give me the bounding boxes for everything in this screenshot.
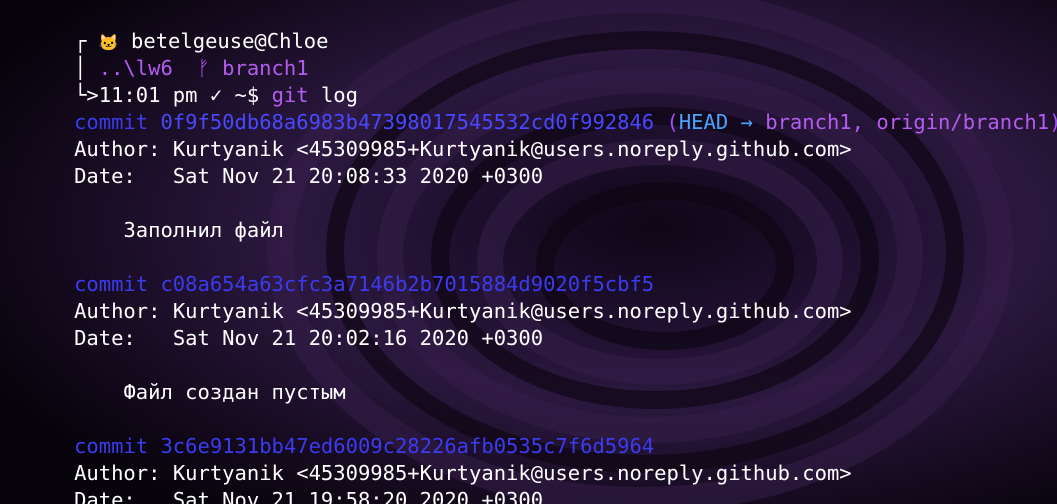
date-label: Date: (74, 326, 136, 350)
date-value: Sat Nov 21 19:58:20 2020 +0300 (172, 488, 544, 504)
commit-line: commit 0f9f50db68a6983b47398017545532cd0… (0, 82, 1057, 134)
commit-message-text: Файл создан пустым (123, 380, 346, 404)
prompt-user-line: ┌ 🐱 betelgeuse@Chloe (0, 1, 328, 53)
date-line: Date: Sat Nov 21 20:02:16 2020 +0300 (0, 298, 543, 350)
author-line: Author: Kurtyanik <45309985+Kurtyanik@us… (0, 109, 852, 161)
author-line: Author: Kurtyanik <45309985+Kurtyanik@us… (0, 271, 852, 323)
date-value: Sat Nov 21 20:08:33 2020 +0300 (172, 164, 544, 188)
date-value: Sat Nov 21 20:02:16 2020 +0300 (172, 326, 544, 350)
commit-message: Файл создан пустым (0, 352, 345, 404)
refs-close-paren: ) (1049, 110, 1057, 134)
prompt-command-line[interactable]: └>11:01 pm ✓ ~$ git log (0, 55, 358, 107)
date-line: Date: Sat Nov 21 19:58:20 2020 +0300 (0, 460, 543, 504)
prompt-path-line: │ ..\lw6 ᚠ branch1 (0, 28, 309, 80)
commit-line: commit c08a654a63cfc3a7146b2b7015884d902… (0, 244, 654, 296)
commit-message-text: Заполнил файл (123, 218, 284, 242)
commit-line: commit 3c6e9131bb47ed6009c28226afb0535c7… (0, 406, 654, 458)
author-line: Author: Kurtyanik <45309985+Kurtyanik@us… (0, 433, 852, 485)
date-label: Date: (74, 488, 136, 504)
terminal-window[interactable]: ┌ 🐱 betelgeuse@Chloe │ ..\lw6 ᚠ branch1 … (0, 0, 1057, 504)
date-line: Date: Sat Nov 21 20:08:33 2020 +0300 (0, 136, 543, 188)
commit-message: Заполнил файл (0, 190, 283, 242)
date-label: Date: (74, 164, 136, 188)
